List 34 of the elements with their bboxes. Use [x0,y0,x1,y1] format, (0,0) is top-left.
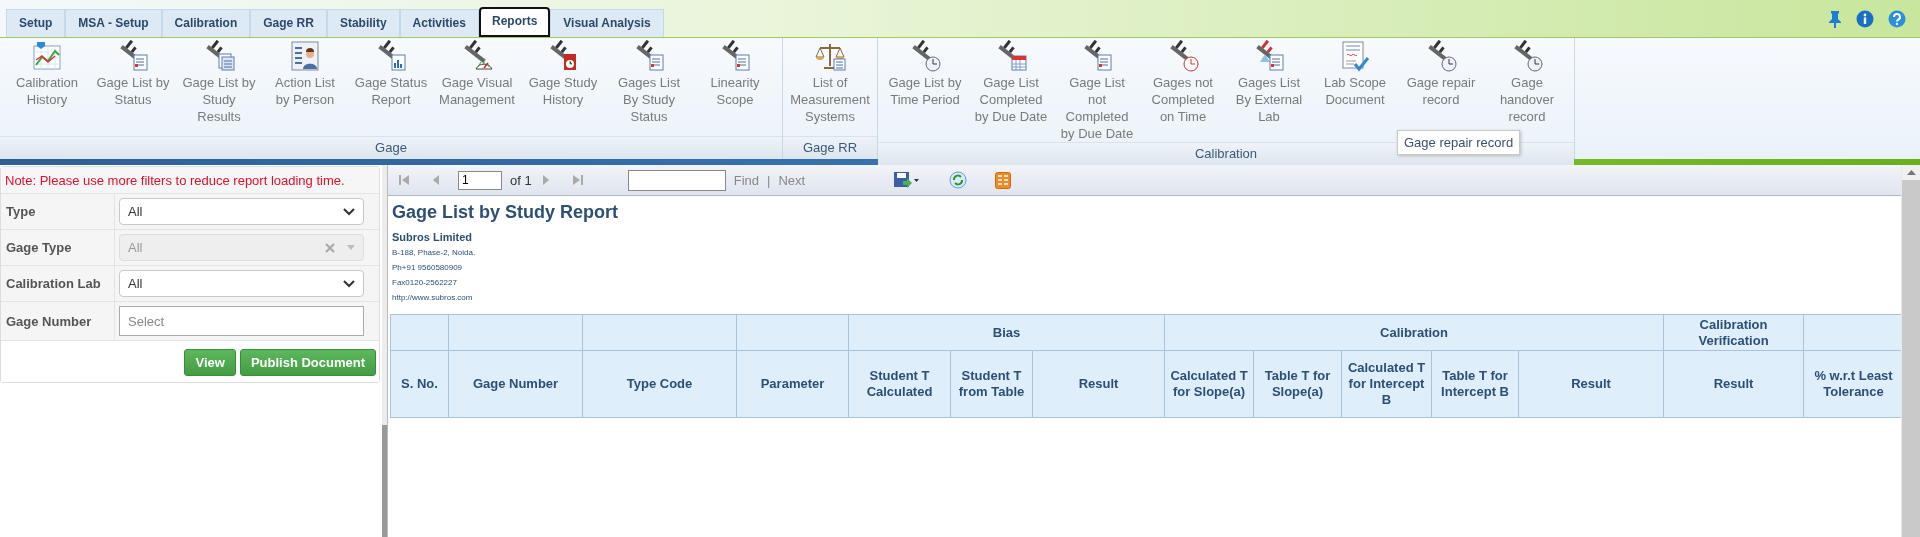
column-header: Student T Calculated [848,350,951,418]
column-header: Result [1663,350,1804,418]
column-header: S. No. [390,350,449,418]
group-label: Calibration [1194,146,1258,161]
column-header: Gage Number [448,350,583,418]
address-line: Ph+91 9560580909 [392,263,464,272]
field-label: Gage Type [6,240,72,255]
field-label: Gage Number [6,313,92,329]
warning-note: Note: Please use more filters to reduce report loading time. [1,167,379,194]
field-label: Type [6,204,36,219]
column-header: Parameter [736,350,849,418]
address-line: http://www.subros.com [392,293,474,302]
column-header: Table T for Slope(a) [1253,350,1342,418]
report-title: Gage List by Study Report [392,202,620,223]
column-group-header: Calibration Verification [1663,314,1804,351]
column-header: Table T for Intercept B [1431,350,1519,418]
column-group-header: Calibration [1164,314,1664,351]
column-header: Student T from Table [950,350,1033,418]
column-header: Result [1032,350,1165,418]
address-line: Fax0120-2562227 [392,278,458,287]
address-line: B-188, Phase-2, Noida. [392,248,477,257]
column-header: Type Code [582,350,737,418]
page-count: of 1 [510,172,532,188]
column-header: Result [1518,350,1664,418]
group-label: Gage RR [802,140,858,155]
column-group-header: Bias [848,314,1165,351]
group-label: Gage [375,140,407,155]
separator: | [767,172,771,188]
tooltip: Gage repair record [1397,130,1521,155]
column-header: % w.r.t Least Tolerance [1803,350,1901,418]
column-header: Calculated T for Intercept B [1341,350,1432,418]
company-name: Subros Limited [392,231,474,243]
column-header: Calculated T for Slope(a) [1164,350,1254,418]
field-label: Calibration Lab [6,276,101,291]
